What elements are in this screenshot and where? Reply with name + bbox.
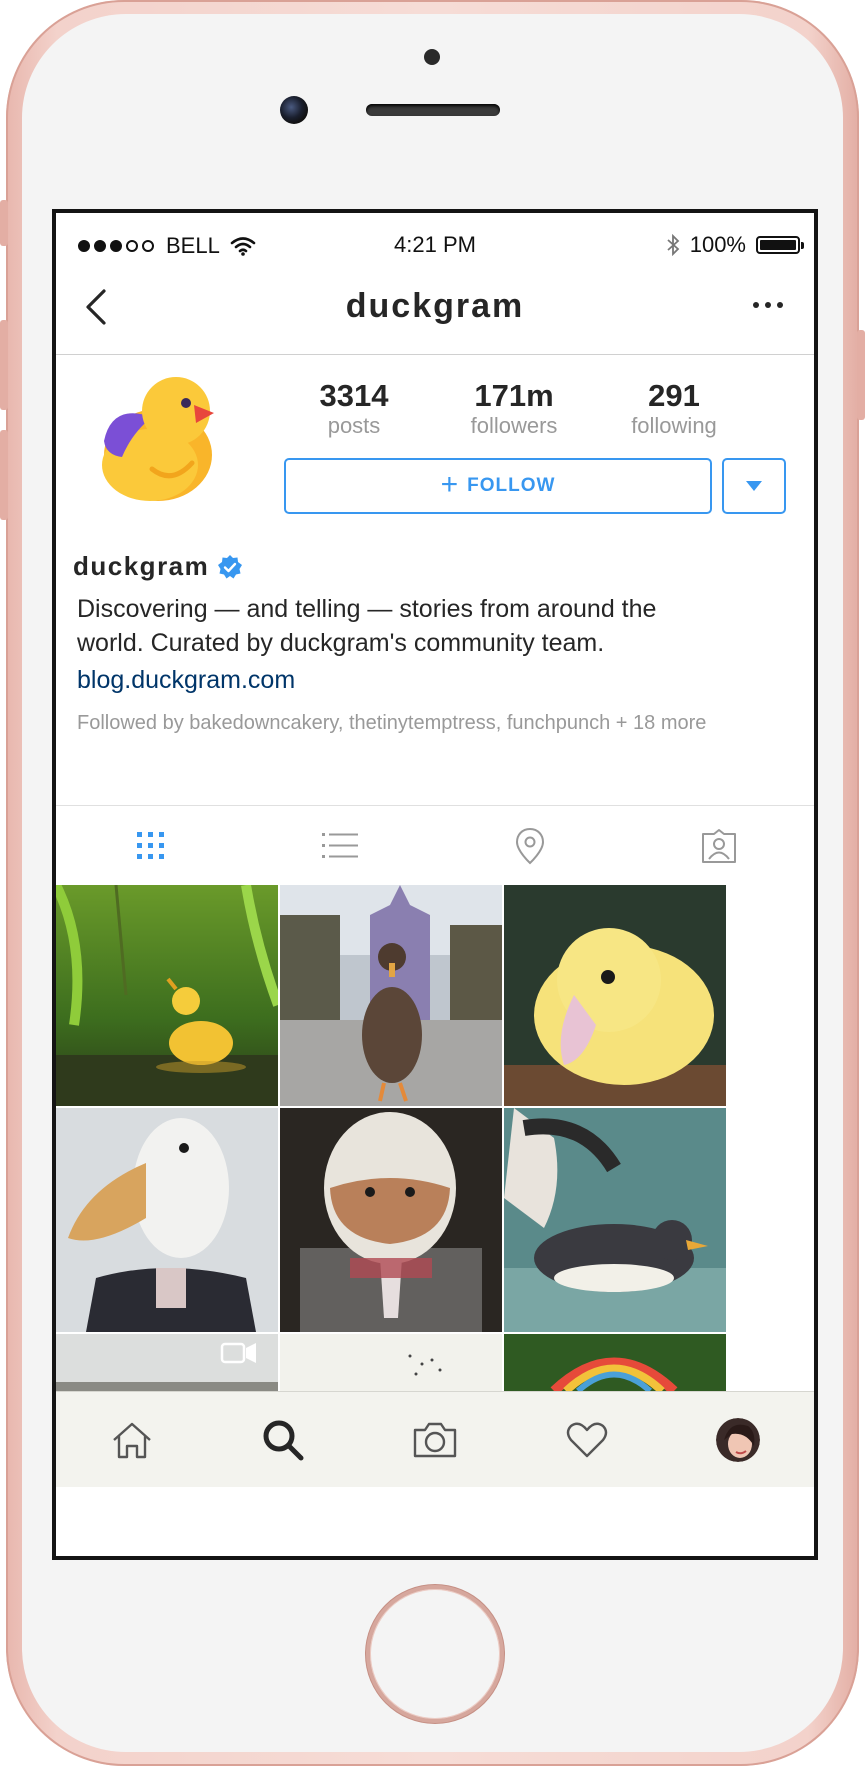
plus-icon: + xyxy=(440,467,460,501)
follow-button[interactable]: + FOLLOW xyxy=(284,458,712,514)
tab-profile[interactable] xyxy=(662,1417,814,1462)
grid-post[interactable] xyxy=(280,885,502,1106)
profile-name-row: duckgram xyxy=(73,551,793,582)
tab-search[interactable] xyxy=(208,1418,360,1462)
verified-badge-icon xyxy=(218,554,243,578)
profile-view-tabs xyxy=(56,805,814,886)
more-options-icon[interactable] xyxy=(750,295,786,315)
bio-text: Discovering — and telling — stories from… xyxy=(73,592,793,660)
grid-post[interactable] xyxy=(56,1334,278,1391)
profile-avatar xyxy=(716,1417,761,1462)
proximity-sensor xyxy=(424,49,440,65)
battery-icon xyxy=(756,236,804,254)
grid-post[interactable] xyxy=(504,885,726,1106)
grid-post[interactable] xyxy=(504,1334,726,1391)
tab-grid[interactable] xyxy=(56,806,246,886)
followers-label: followers xyxy=(470,413,558,438)
tab-activity[interactable] xyxy=(511,1420,663,1460)
heart-icon xyxy=(566,1422,607,1457)
battery-percent: 100% xyxy=(689,232,746,257)
stat-following[interactable]: 291 following xyxy=(594,379,754,439)
home-button[interactable] xyxy=(366,1585,504,1723)
bio-section: duckgram Discovering — and telling — sto… xyxy=(73,551,793,737)
status-bar: BELL 4:21 PM 100% xyxy=(56,213,814,263)
posts-label: posts xyxy=(327,413,381,438)
screen: BELL 4:21 PM 100% duckgram 3314 posts 17… xyxy=(52,209,818,1560)
followers-count: 171m xyxy=(474,378,554,413)
bio-line: Discovering — and telling — stories from… xyxy=(77,595,657,623)
tagged-user-icon xyxy=(702,829,737,863)
posts-count: 3314 xyxy=(319,378,389,413)
page-title: duckgram xyxy=(345,287,525,325)
front-camera xyxy=(280,96,308,124)
volume-up-button xyxy=(0,320,8,410)
stat-followers[interactable]: 171m followers xyxy=(434,379,594,439)
tab-locations[interactable] xyxy=(435,806,625,886)
bluetooth-icon xyxy=(667,234,680,256)
bio-website-link[interactable]: blog.duckgram.com xyxy=(73,666,793,695)
grid-icon xyxy=(136,832,164,859)
profile-name: duckgram xyxy=(73,551,210,581)
nav-bar: duckgram xyxy=(56,263,814,355)
status-right: 100% xyxy=(666,232,804,258)
earpiece-speaker xyxy=(366,104,500,116)
list-icon xyxy=(322,833,359,858)
grid-post[interactable] xyxy=(280,1108,502,1332)
grid-post[interactable] xyxy=(56,1108,278,1332)
chevron-down-icon xyxy=(746,481,762,491)
tab-home[interactable] xyxy=(56,1420,208,1460)
camera-icon xyxy=(413,1422,457,1457)
tab-tagged[interactable] xyxy=(625,806,815,886)
follow-label: FOLLOW xyxy=(467,475,556,496)
tab-camera[interactable] xyxy=(359,1420,511,1460)
stat-posts[interactable]: 3314 posts xyxy=(274,379,434,439)
following-count: 291 xyxy=(648,378,700,413)
followed-by-text[interactable]: Followed by bakedowncakery, thetinytempt… xyxy=(73,709,793,737)
profile-header: 3314 posts 171m followers 291 following … xyxy=(56,355,814,805)
search-icon xyxy=(263,1420,304,1460)
grid-post[interactable] xyxy=(56,885,278,1106)
location-pin-icon xyxy=(515,827,544,865)
profile-stats: 3314 posts 171m followers 291 following xyxy=(274,379,754,439)
grid-post[interactable] xyxy=(280,1334,502,1391)
suggestions-dropdown-button[interactable] xyxy=(722,458,786,514)
grid-post[interactable] xyxy=(504,1108,726,1332)
power-button xyxy=(857,330,865,420)
profile-avatar-duck[interactable] xyxy=(92,373,222,503)
tab-list[interactable] xyxy=(246,806,436,886)
home-icon xyxy=(112,1422,151,1458)
mute-switch xyxy=(0,200,8,246)
following-label: following xyxy=(631,413,717,438)
volume-down-button xyxy=(0,430,8,520)
posts-grid xyxy=(56,885,814,1391)
bio-line: world. Curated by duckgram's community t… xyxy=(77,629,605,657)
bottom-tab-bar xyxy=(56,1391,814,1487)
